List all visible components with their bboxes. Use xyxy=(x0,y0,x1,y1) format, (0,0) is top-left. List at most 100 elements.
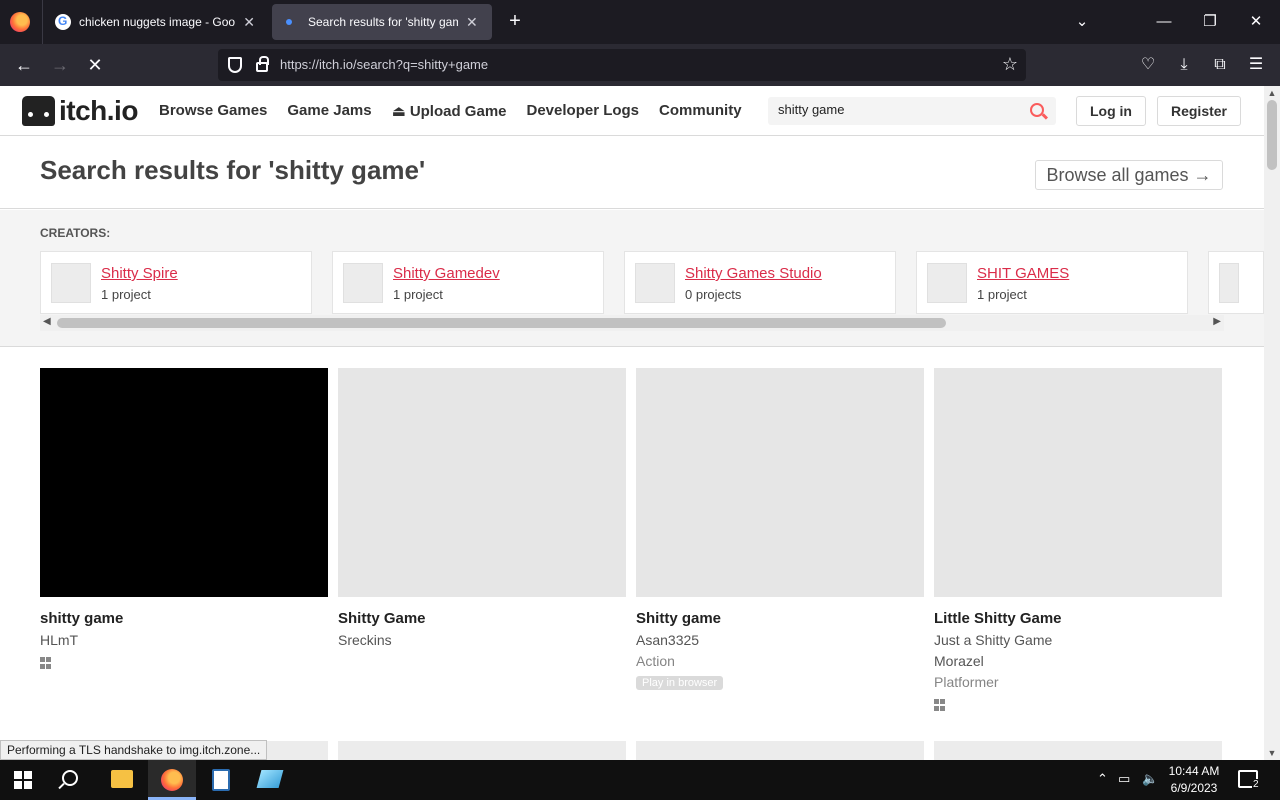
game-author-link[interactable]: HLmT xyxy=(40,632,328,648)
taskbar-app[interactable] xyxy=(246,760,294,800)
game-title-link[interactable]: Little Shitty Game xyxy=(934,610,1222,627)
creators-horizontal-scrollbar[interactable]: ◀ ▶ xyxy=(40,315,1224,331)
hamburger-menu-icon[interactable]: ☰ xyxy=(1244,53,1268,77)
close-tab-icon[interactable]: ✕ xyxy=(243,14,255,31)
forward-arrow-icon[interactable]: → xyxy=(47,52,73,78)
search-icon[interactable] xyxy=(1030,103,1044,117)
volume-muted-icon[interactable]: 🔈 xyxy=(1142,771,1158,787)
avatar[interactable] xyxy=(635,263,675,303)
game-title-link[interactable]: Shitty Game xyxy=(338,610,626,627)
downloads-icon[interactable]: ⤓ xyxy=(1172,53,1196,77)
network-icon[interactable]: ▭ xyxy=(1118,771,1130,787)
creator-card[interactable]: Shitty Gamedev 1 project xyxy=(332,251,604,314)
taskbar-firefox[interactable] xyxy=(148,760,196,800)
stop-loading-icon[interactable]: ✕ xyxy=(82,52,108,78)
close-window-icon[interactable]: ✕ xyxy=(1244,10,1268,34)
url-bar[interactable]: https://itch.io/search?q=shitty+game ☆ xyxy=(218,49,1026,81)
scroll-right-icon[interactable]: ▶ xyxy=(1213,316,1221,327)
tab-google-search[interactable]: chicken nuggets image - Google Search ✕ xyxy=(43,0,267,44)
game-author-link[interactable]: Morazel xyxy=(934,653,1222,669)
restore-icon[interactable]: ❐ xyxy=(1198,10,1222,34)
scrollbar-thumb[interactable] xyxy=(1267,100,1277,170)
creator-name-link[interactable]: Shitty Gamedev xyxy=(393,265,500,282)
creator-project-count: 1 project xyxy=(101,287,151,302)
url-text[interactable]: https://itch.io/search?q=shitty+game xyxy=(280,57,488,72)
avatar[interactable] xyxy=(1219,263,1239,303)
list-tabs-chevron-icon[interactable]: ⌄ xyxy=(1070,10,1094,34)
game-title-link[interactable]: Shitty game xyxy=(636,610,924,627)
taskbar-clock[interactable]: 10:44 AM 6/9/2023 xyxy=(1166,763,1222,797)
creator-card[interactable]: Shitty Spire 1 project xyxy=(40,251,312,314)
scroll-up-icon[interactable]: ▲ xyxy=(1264,88,1280,98)
game-thumbnail[interactable] xyxy=(40,368,328,597)
clock-time: 10:44 AM xyxy=(1168,764,1220,778)
game-thumbnail-next-row[interactable] xyxy=(934,741,1222,760)
creator-card[interactable]: Shitty Games Studio 0 projects xyxy=(624,251,896,314)
back-arrow-icon[interactable]: ← xyxy=(11,52,37,78)
game-genre: Action xyxy=(636,653,675,669)
taskbar-search-icon[interactable] xyxy=(62,770,78,786)
firefox-icon xyxy=(161,769,183,791)
tab-itch-search[interactable]: Search results for 'shitty game' - itch.… xyxy=(272,4,492,40)
game-thumbnail-next-row[interactable] xyxy=(338,741,626,760)
creator-name-link[interactable]: Shitty Spire xyxy=(101,265,178,282)
nav-developer-logs[interactable]: Developer Logs xyxy=(527,102,640,120)
game-thumbnail-next-row[interactable] xyxy=(636,741,924,760)
game-cell: shitty game HLmT xyxy=(40,368,328,669)
scrollbar-thumb[interactable] xyxy=(57,318,946,328)
main-nav: Browse Games Game Jams ⏏ Upload Game Deve… xyxy=(159,102,742,120)
creator-name-link[interactable]: SHIT GAMES xyxy=(977,265,1069,282)
page-title: Search results for 'shitty game' xyxy=(40,155,426,185)
close-tab-icon[interactable]: ✕ xyxy=(466,14,478,31)
game-author-link[interactable]: Sreckins xyxy=(338,632,626,648)
search-input[interactable] xyxy=(778,102,1018,117)
nav-upload-game-label: Upload Game xyxy=(409,103,507,120)
pocket-icon[interactable]: ♡ xyxy=(1136,53,1160,77)
taskbar-solitaire[interactable] xyxy=(198,760,246,800)
creator-card-partial[interactable] xyxy=(1208,251,1264,314)
creator-card[interactable]: SHIT GAMES 1 project xyxy=(916,251,1188,314)
avatar[interactable] xyxy=(51,263,91,303)
clock-date: 6/9/2023 xyxy=(1170,781,1218,795)
game-thumbnail[interactable] xyxy=(636,368,924,597)
minimize-icon[interactable]: — xyxy=(1152,10,1176,34)
firefox-menu-icon[interactable] xyxy=(10,12,30,32)
scroll-left-icon[interactable]: ◀ xyxy=(43,316,51,327)
windows-start-icon[interactable] xyxy=(14,771,32,789)
nav-browse-games[interactable]: Browse Games xyxy=(159,102,267,120)
browser-status-bar: Performing a TLS handshake to img.itch.z… xyxy=(0,740,268,760)
play-in-browser-badge: Play in browser xyxy=(636,676,724,690)
scroll-down-icon[interactable]: ▼ xyxy=(1264,748,1280,758)
taskbar-file-explorer[interactable] xyxy=(98,760,146,800)
game-author-link[interactable]: Asan3325 xyxy=(636,632,924,648)
game-thumbnail[interactable] xyxy=(338,368,626,597)
game-title-link[interactable]: shitty game xyxy=(40,610,328,627)
itch-logo[interactable]: itch.io xyxy=(22,95,138,127)
bookmark-star-icon[interactable]: ☆ xyxy=(1002,54,1018,75)
tab-title: chicken nuggets image - Google Search xyxy=(79,15,236,29)
creator-name-link[interactable]: Shitty Games Studio xyxy=(685,265,822,282)
tab-title: Search results for 'shitty game' - itch.… xyxy=(308,15,458,29)
avatar[interactable] xyxy=(343,263,383,303)
page-vertical-scrollbar[interactable]: ▲ ▼ xyxy=(1264,86,1280,760)
register-button[interactable]: Register xyxy=(1157,96,1241,126)
nav-game-jams[interactable]: Game Jams xyxy=(287,102,371,120)
creator-project-count: 0 projects xyxy=(685,287,742,302)
page-content: itch.io Browse Games Game Jams ⏏ Upload G… xyxy=(0,86,1264,760)
tracking-protection-shield-icon[interactable] xyxy=(228,57,242,73)
lock-icon[interactable] xyxy=(256,56,269,72)
browser-nav-bar: ← → ✕ https://itch.io/search?q=shitty+ga… xyxy=(0,44,1280,86)
login-button[interactable]: Log in xyxy=(1076,96,1146,126)
browse-all-games-button[interactable]: Browse all games → xyxy=(1035,160,1223,190)
tray-chevron-up-icon[interactable]: ⌃ xyxy=(1097,771,1108,787)
google-favicon-icon xyxy=(55,14,71,30)
game-thumbnail[interactable] xyxy=(934,368,1222,597)
folder-icon xyxy=(111,770,133,788)
loading-dot-icon xyxy=(286,19,292,25)
nav-upload-game[interactable]: ⏏ Upload Game xyxy=(392,102,507,120)
extensions-icon[interactable]: ⧉ xyxy=(1208,53,1232,77)
new-tab-plus-icon[interactable]: + xyxy=(503,9,527,33)
game-cell: Shitty game Asan3325 Action Play in brow… xyxy=(636,368,924,691)
avatar[interactable] xyxy=(927,263,967,303)
nav-community[interactable]: Community xyxy=(659,102,742,120)
